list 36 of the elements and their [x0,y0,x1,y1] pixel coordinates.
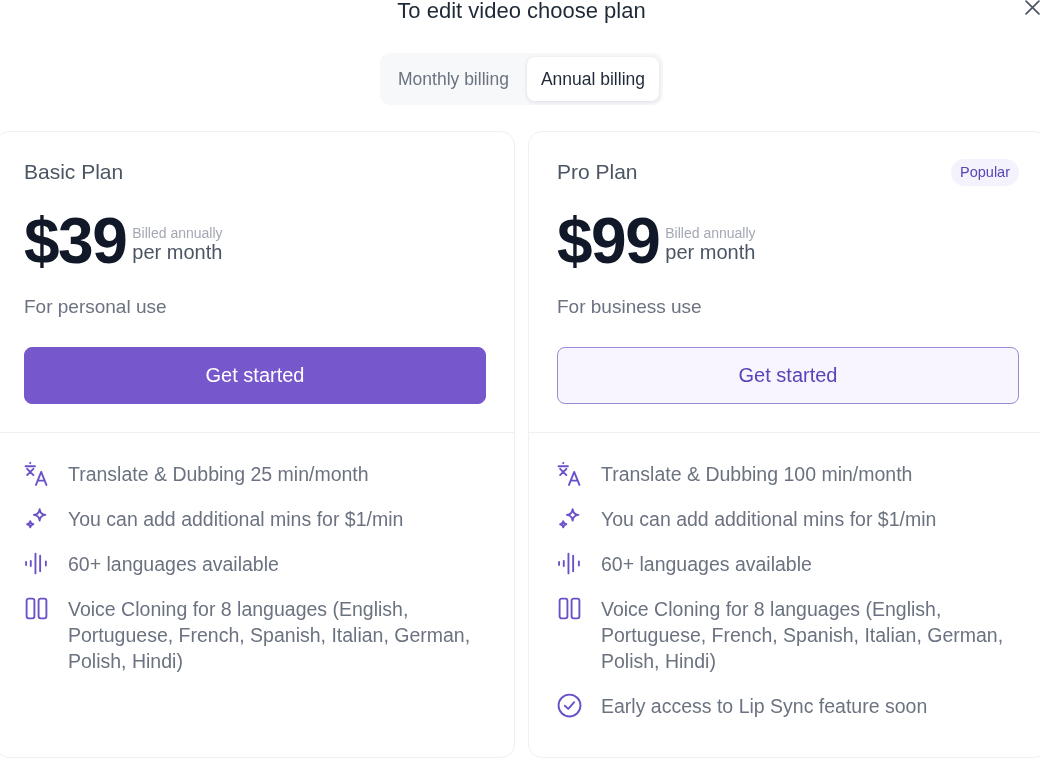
audio-waveform-icon [24,551,49,576]
plan-name: Basic Plan [24,160,124,184]
feature-text: 60+ languages available [601,552,812,577]
plan-audience: For personal use [24,296,168,318]
translate-icon [24,461,49,486]
audio-waveform-icon [557,551,582,576]
popular-badge: Popular [951,158,1019,186]
close-icon [1025,0,1040,15]
billing-note: Billed annually [132,225,223,241]
get-started-button[interactable]: Get started [24,347,486,404]
feature-text: Early access to Lip Sync feature soon [601,694,928,719]
close-button[interactable] [1025,0,1040,15]
translate-icon [557,461,582,486]
plan-name: Pro Plan [557,160,638,184]
feature-text: You can add additional mins for $1/min [601,507,937,532]
price-period: per month [132,241,223,263]
feature-text: 60+ languages available [68,552,279,577]
two-columns-icon [557,596,582,621]
sparkles-icon [24,506,49,531]
plan-price: $99 [557,211,660,271]
feature-text: Voice Cloning for 8 languages (English, Portuguese, French, Spanish, Italian, German, Polish, Hindi) [601,597,1005,674]
sparkles-icon [557,506,582,531]
dialog-title: To edit video choose plan [397,0,646,22]
plan-price: $39 [24,211,127,271]
price-period: per month [665,241,756,263]
get-started-button[interactable]: Get started [557,347,1019,404]
billing-tab[interactable]: Annual billing [526,57,659,101]
circle-check-icon [557,693,582,718]
feature-text: Translate & Dubbing 100 min/month [601,462,913,487]
feature-text: Translate & Dubbing 25 min/month [68,462,369,487]
billing-note: Billed annually [665,225,756,241]
feature-text: Voice Cloning for 8 languages (English, Portuguese, French, Spanish, Italian, German, Polish, Hindi) [68,597,472,674]
two-columns-icon [24,596,49,621]
billing-tab[interactable]: Monthly billing [384,57,523,101]
feature-text: You can add additional mins for $1/min [68,507,404,532]
plan-audience: For business use [557,296,703,318]
